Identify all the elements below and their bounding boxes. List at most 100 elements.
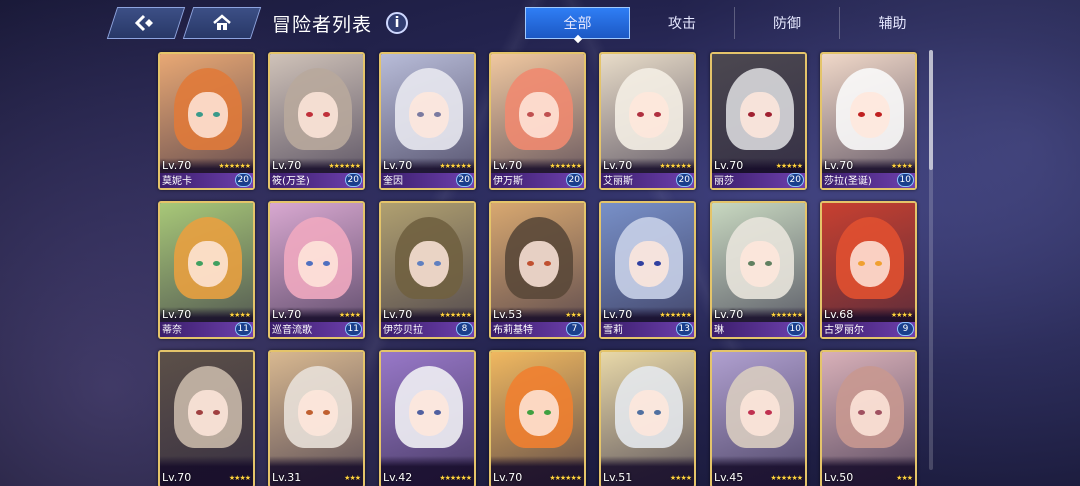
portrait-eye <box>875 410 882 415</box>
level-label: Lv.42 <box>383 471 413 484</box>
level-label: Lv.70 <box>272 159 302 172</box>
level-label: Lv.53 <box>493 308 523 321</box>
adventurer-card[interactable]: Lv.51 ★★★★ <box>599 350 696 486</box>
count-badge: 10 <box>896 173 914 187</box>
adventurer-card[interactable]: Lv.70 ★★★★★ 丽莎 20 <box>710 52 807 190</box>
portrait-eye <box>323 410 330 415</box>
count-badge: 13 <box>675 322 693 336</box>
portrait-eye <box>637 112 644 117</box>
adventurer-card[interactable]: Lv.70 ★★★★★★ <box>489 350 586 486</box>
portrait-face <box>298 390 338 436</box>
star-rating: ★★★★ <box>669 474 692 482</box>
level-label: Lv.70 <box>383 159 413 172</box>
adventurer-card[interactable]: Lv.31 ★★★ <box>268 350 365 486</box>
adventurer-name: 蒂奈 <box>162 325 182 336</box>
level-label: Lv.70 <box>824 159 854 172</box>
star-rating: ★★★ <box>344 474 361 482</box>
star-rating: ★★★★★★ <box>549 162 582 170</box>
level-label: Lv.70 <box>714 159 744 172</box>
adventurer-name: 伊莎贝拉 <box>383 325 423 336</box>
portrait-face <box>519 92 559 138</box>
portrait-face <box>298 241 338 287</box>
portrait-eye <box>323 261 330 266</box>
portrait-eye <box>306 112 313 117</box>
portrait-face <box>188 92 228 138</box>
portrait-face <box>740 390 780 436</box>
portrait-eye <box>748 410 755 415</box>
adventurer-card[interactable]: Lv.70 ★★★★★★ 艾丽斯 20 <box>599 52 696 190</box>
portrait-eye <box>306 410 313 415</box>
star-rating: ★★★ <box>896 474 913 482</box>
adventurer-card[interactable]: Lv.70 ★★★★★★ 琳 10 <box>710 201 807 339</box>
info-button[interactable]: i <box>386 12 409 34</box>
portrait-face <box>740 92 780 138</box>
portrait-eye <box>527 261 534 266</box>
adventurer-card[interactable]: Lv.70 ★★★★ 巡音流歌 11 <box>268 201 365 339</box>
portrait-eye <box>213 112 220 117</box>
portrait-eye <box>417 261 424 266</box>
star-rating: ★★★★ <box>890 162 913 170</box>
filter-tabs: 全部 攻击 防御 辅助 <box>525 7 945 39</box>
portrait-eye <box>875 261 882 266</box>
level-label: Lv.70 <box>603 159 633 172</box>
scroll-thumb[interactable] <box>929 50 933 170</box>
star-rating: ★★★★★ <box>775 162 803 170</box>
level-label: Lv.31 <box>272 471 302 484</box>
portrait-eye <box>434 112 441 117</box>
page-title: 冒险者列表 <box>272 13 373 36</box>
adventurer-card[interactable]: Lv.70 ★★★★★★ 伊莎贝拉 8 <box>379 201 476 339</box>
count-badge: 20 <box>786 173 804 187</box>
portrait-eye <box>417 410 424 415</box>
adventurer-card[interactable]: Lv.70 ★★★★★★ 奎因 20 <box>379 52 476 190</box>
portrait-face <box>850 92 890 138</box>
adventurer-card[interactable]: Lv.53 ★★★ 布莉基特 7 <box>489 201 586 339</box>
adventurer-name: 古罗丽尔 <box>824 325 864 336</box>
level-label: Lv.70 <box>162 471 192 484</box>
portrait-eye <box>748 261 755 266</box>
adventurer-card[interactable]: Lv.50 ★★★ <box>820 350 917 486</box>
star-rating: ★★★★★★ <box>659 311 692 319</box>
star-rating: ★★★★★★ <box>770 474 803 482</box>
adventurer-card[interactable]: Lv.42 ★★★★★★ <box>379 350 476 486</box>
adventurer-card[interactable]: Lv.68 ★★★★ 古罗丽尔 9 <box>820 201 917 339</box>
adventurer-card[interactable]: Lv.70 ★★★★★★ 筱(万圣) 20 <box>268 52 365 190</box>
portrait-eye <box>196 261 203 266</box>
star-rating: ★★★★ <box>890 311 913 319</box>
count-badge: 11 <box>234 322 252 336</box>
tab-0[interactable]: 全部 <box>525 7 630 39</box>
tab-3[interactable]: 辅助 <box>840 7 945 39</box>
star-rating: ★★★ <box>565 311 582 319</box>
portrait-eye <box>875 112 882 117</box>
back-button[interactable] <box>106 7 186 39</box>
count-badge: 20 <box>234 173 252 187</box>
portrait-face <box>188 390 228 436</box>
adventurer-card[interactable]: Lv.45 ★★★★★★ <box>710 350 807 486</box>
home-button[interactable] <box>182 7 262 39</box>
adventurer-card[interactable]: Lv.70 ★★★★★★ 莫妮卡 20 <box>158 52 255 190</box>
adventurer-card[interactable]: Lv.70 ★★★★ 莎拉(圣诞) 10 <box>820 52 917 190</box>
portrait-face <box>629 241 669 287</box>
adventurer-name: 莫妮卡 <box>162 176 192 187</box>
portrait-face <box>519 390 559 436</box>
adventurer-card[interactable]: Lv.70 ★★★★ <box>158 350 255 486</box>
adventurer-name: 奎因 <box>383 176 403 187</box>
level-label: Lv.45 <box>714 471 744 484</box>
home-icon <box>213 14 231 30</box>
tab-2[interactable]: 防御 <box>735 7 840 39</box>
adventurer-card[interactable]: Lv.70 ★★★★ 蒂奈 11 <box>158 201 255 339</box>
portrait-eye <box>196 410 203 415</box>
back-arrow-icon <box>135 14 153 32</box>
tab-1[interactable]: 攻击 <box>630 7 735 39</box>
level-label: Lv.70 <box>162 308 192 321</box>
count-badge: 7 <box>566 322 583 336</box>
portrait-eye <box>527 112 534 117</box>
portrait-eye <box>527 410 534 415</box>
adventurer-card[interactable]: Lv.70 ★★★★★★ 伊万斯 20 <box>489 52 586 190</box>
adventurer-name: 琳 <box>714 325 724 336</box>
portrait-face <box>519 241 559 287</box>
star-rating: ★★★★★★ <box>439 311 472 319</box>
adventurer-card[interactable]: Lv.70 ★★★★★★ 雪莉 13 <box>599 201 696 339</box>
portrait-eye <box>637 261 644 266</box>
scrollbar[interactable] <box>929 50 933 470</box>
portrait-face <box>850 390 890 436</box>
